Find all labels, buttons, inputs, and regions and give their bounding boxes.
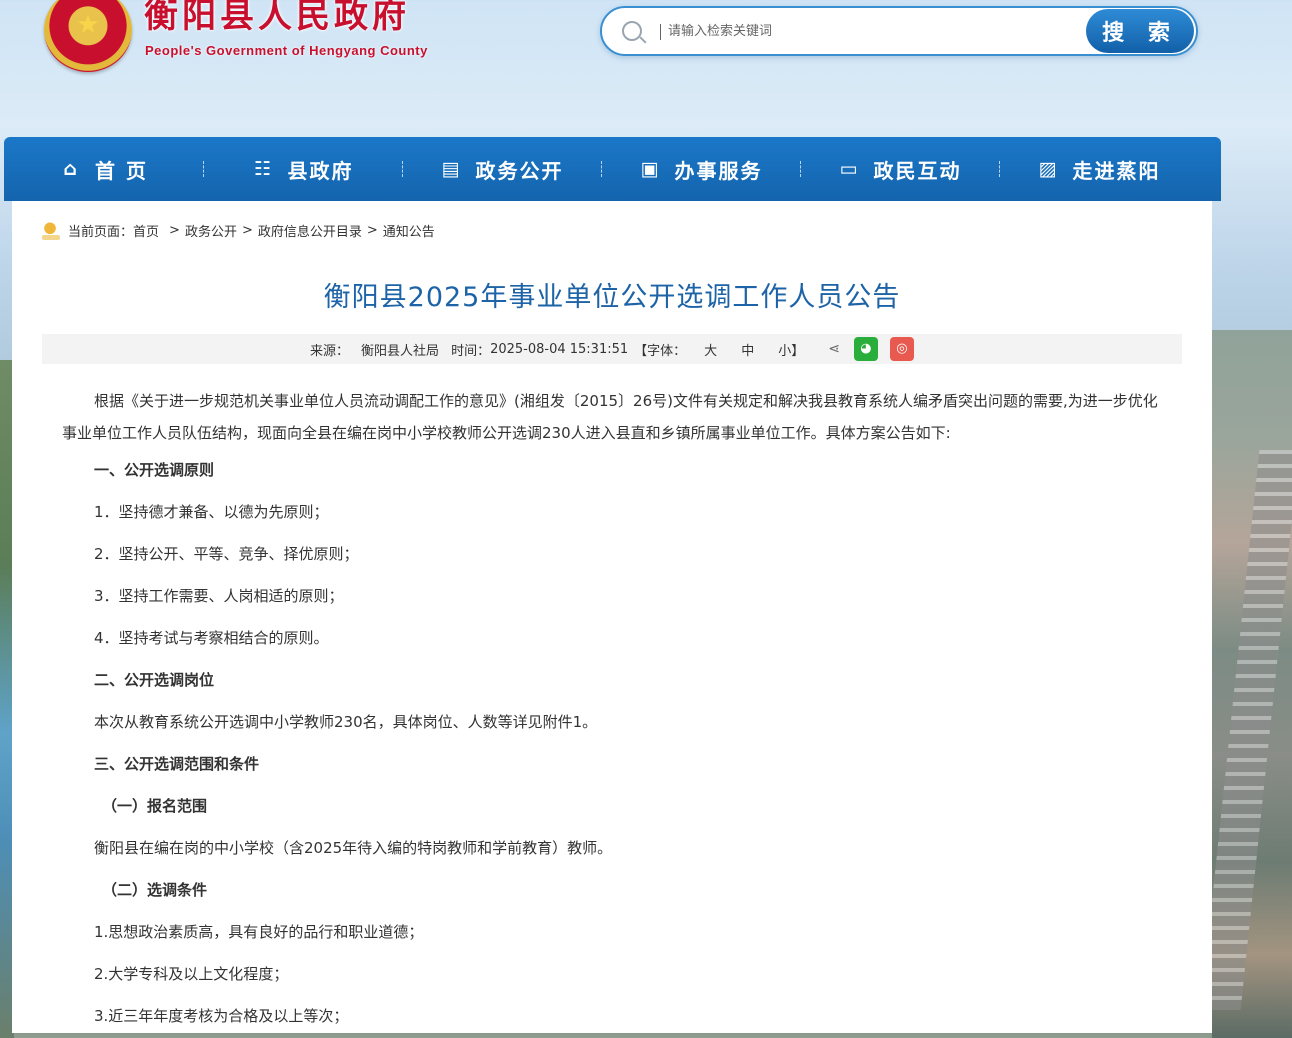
site-title: 衡阳县人民政府 xyxy=(144,0,410,36)
site-header: 衡阳县人民政府 People's Government of Hengyang … xyxy=(0,0,1292,136)
time-value: 2025-08-04 15:31:51 xyxy=(490,341,629,357)
breadcrumb-link-catalog[interactable]: 政府信息公开目录 xyxy=(258,221,362,240)
breadcrumb-separator: > xyxy=(241,223,253,238)
font-size-small[interactable]: 小】 xyxy=(778,340,804,359)
article-intro: 根据《关于进一步规范机关事业单位人员流动调配工作的意见》(湘组发〔2015〕26… xyxy=(62,392,1158,442)
nav-item-label: 政民互动 xyxy=(873,158,962,183)
home-icon: ⌂ xyxy=(63,158,77,180)
image-icon: ▨ xyxy=(1038,158,1057,180)
nav-item-county-government[interactable]: ☷ 县政府 xyxy=(203,137,402,201)
nav-item-services[interactable]: ▣ 办事服务 xyxy=(601,137,800,201)
nav-item-interaction[interactable]: ▭ 政民互动 xyxy=(800,137,999,201)
chat-icon: ▭ xyxy=(839,158,858,180)
list-item: 3．坚持工作需要、人岗相适的原则； xyxy=(94,587,344,605)
source-value: 衡阳县人社局 xyxy=(361,343,440,359)
search-box: 搜 索 xyxy=(600,6,1198,56)
section-heading: 一、公开选调原则 xyxy=(94,461,215,479)
nav-item-label: 首 页 xyxy=(95,158,148,183)
paragraph: 衡阳县在编在岗的中小学校（含2025年待入编的特岗教师和学前教育）教师。 xyxy=(94,839,613,857)
national-emblem-icon xyxy=(44,0,132,72)
breadcrumb: 当前页面： 首页 > 政务公开 > 政府信息公开目录 > 通知公告 xyxy=(42,221,435,240)
search-input[interactable] xyxy=(668,17,1068,45)
section-heading: 三、公开选调范围和条件 xyxy=(94,755,260,773)
breadcrumb-link-home[interactable]: 首页 xyxy=(133,221,159,240)
breadcrumb-link-notices[interactable]: 通知公告 xyxy=(383,221,435,240)
font-size-label: 【字体： xyxy=(634,343,687,359)
share-icon[interactable]: ⋖ xyxy=(828,341,840,357)
briefcase-icon: ▣ xyxy=(640,158,659,180)
font-size-large[interactable]: 大 xyxy=(704,340,717,359)
list-item: 1．坚持德才兼备、以德为先原则； xyxy=(94,503,329,521)
nav-item-label: 办事服务 xyxy=(674,158,763,183)
wechat-share-icon[interactable]: ◕ xyxy=(853,337,878,361)
list-item: 1.思想政治素质高，具有良好的品行和职业道德； xyxy=(94,923,424,941)
source-label: 来源： xyxy=(310,343,350,359)
nav-item-label: 县政府 xyxy=(287,158,354,183)
search-button[interactable]: 搜 索 xyxy=(1086,9,1194,53)
subsection-heading: （一）报名范围 xyxy=(102,797,208,815)
search-separator xyxy=(660,24,661,40)
article-body: 根据《关于进一步规范机关事业单位人员流动调配工作的意见》(湘组发〔2015〕26… xyxy=(62,385,1166,1038)
search-icon xyxy=(622,21,642,41)
document-icon: ▤ xyxy=(441,158,460,180)
list-item: 2.大学专科及以上文化程度； xyxy=(94,965,289,983)
breadcrumb-link-affairs[interactable]: 政务公开 xyxy=(185,221,237,240)
nav-item-about-zhengyang[interactable]: ▨ 走进蒸阳 xyxy=(999,137,1198,201)
list-icon: ☷ xyxy=(253,158,272,180)
nav-item-label: 政务公开 xyxy=(475,158,564,183)
breadcrumb-separator: > xyxy=(169,223,180,238)
background-scenery-right xyxy=(1212,330,1292,1038)
site-subtitle: People's Government of Hengyang County xyxy=(145,43,428,58)
location-pin-icon xyxy=(42,221,60,240)
breadcrumb-prefix: 当前页面： xyxy=(68,225,134,240)
section-heading: 二、公开选调岗位 xyxy=(94,671,215,689)
article-meta-bar: 来源： 衡阳县人社局 时间： 2025-08-04 15:31:51 【字体： … xyxy=(42,334,1182,364)
list-item: 4．坚持考试与考察相结合的原则。 xyxy=(94,629,329,647)
nav-item-home[interactable]: ⌂ 首 页 xyxy=(4,137,203,201)
weibo-share-icon[interactable]: ◎ xyxy=(889,337,914,361)
breadcrumb-separator: > xyxy=(366,223,378,238)
content-panel: 当前页面： 首页 > 政务公开 > 政府信息公开目录 > 通知公告 衡阳县202… xyxy=(12,201,1212,1033)
font-size-medium[interactable]: 中 xyxy=(741,340,754,359)
time-label: 时间： xyxy=(451,343,491,359)
subsection-heading: （二）选调条件 xyxy=(102,881,208,899)
article-title: 衡阳县2025年事业单位公开选调工作人员公告 xyxy=(323,282,901,313)
list-item: 3.近三年年度考核为合格及以上等次； xyxy=(94,1007,349,1025)
list-item: 2．坚持公开、平等、竞争、择优原则； xyxy=(94,545,359,563)
nav-item-label: 走进蒸阳 xyxy=(1072,158,1161,183)
paragraph: 本次从教育系统公开选调中小学教师230名，具体岗位、人数等详见附件1。 xyxy=(94,713,598,731)
main-nav: ⌂ 首 页 ☷ 县政府 ▤ 政务公开 ▣ 办事服务 ▭ 政民互动 ▨ 走进蒸阳 xyxy=(4,137,1221,201)
nav-item-government-affairs[interactable]: ▤ 政务公开 xyxy=(402,137,601,201)
